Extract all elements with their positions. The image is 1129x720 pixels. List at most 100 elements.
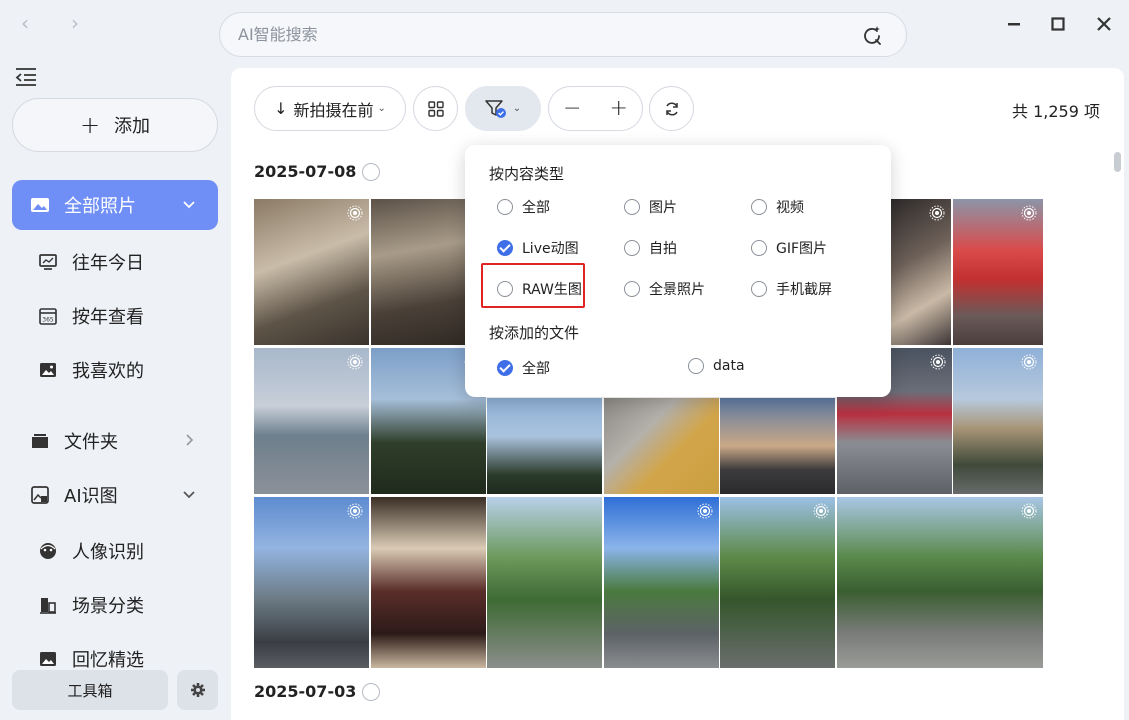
option-label: GIF图片 [776, 241, 828, 257]
zoom-in-button[interactable]: + [610, 96, 628, 121]
sidebar-item-label: 文件夹 [64, 432, 118, 453]
select-section-checkbox[interactable] [362, 162, 381, 181]
sidebar-item-label: 场景分类 [72, 596, 144, 617]
photo-thumbnail[interactable] [953, 199, 1043, 345]
sort-dropdown[interactable]: ↓ 新拍摄在前 ⌄ [254, 86, 406, 131]
sidebar-item-label: AI识图 [64, 486, 118, 507]
filter-option-panorama[interactable]: 全景照片 [624, 279, 705, 299]
radio-button[interactable] [688, 358, 704, 374]
photo-thumbnail[interactable] [371, 497, 486, 668]
sidebar-item-label: 全部照片 [64, 196, 136, 217]
scene-icon [40, 598, 56, 614]
maximize-icon[interactable] [1046, 12, 1070, 36]
sidebar-item-on-this-day[interactable]: 往年今日 [12, 237, 218, 287]
radio-button[interactable] [624, 281, 640, 297]
filter-icon [485, 99, 506, 118]
radio-button-checked[interactable] [497, 240, 513, 256]
sidebar-item-ai-recognition[interactable]: AI识图 [12, 470, 218, 520]
filter-button[interactable]: ⌄ [465, 86, 541, 131]
source-option-data[interactable]: data [688, 358, 745, 374]
option-label: 全部 [522, 361, 550, 377]
photo-thumbnail[interactable] [604, 497, 719, 668]
radio-button[interactable] [751, 281, 767, 297]
section-date: 2025-07-08 [254, 162, 357, 181]
memory-icon [40, 652, 56, 666]
svg-text:365: 365 [42, 317, 54, 324]
item-count: 共 1,259 项 [1012, 102, 1100, 121]
sidebar-item-face-recognition[interactable]: 人像识别 [12, 526, 218, 576]
sidebar-item-folders[interactable]: 文件夹 [12, 416, 218, 466]
sidebar-item-scene-classification[interactable]: 场景分类 [12, 580, 218, 630]
filter-option-all-types[interactable]: 全部 [497, 197, 550, 217]
filter-option-live-photos[interactable]: Live动图 [497, 238, 579, 258]
filter-option-selfies[interactable]: 自拍 [624, 238, 677, 258]
select-section-checkbox[interactable] [362, 682, 381, 701]
option-label: 全景照片 [649, 282, 705, 298]
sidebar-item-all-photos[interactable]: 全部照片 [12, 180, 218, 230]
settings-button[interactable] [177, 670, 218, 710]
radio-button[interactable] [624, 199, 640, 215]
minimize-icon[interactable] [1002, 12, 1026, 36]
add-button[interactable]: + 添加 [12, 98, 218, 152]
sidebar-item-label: 按年查看 [72, 307, 144, 328]
source-option-all[interactable]: 全部 [497, 358, 550, 378]
source-title: 按添加的文件 [489, 324, 580, 342]
ai-search-icon[interactable] [862, 25, 882, 45]
sidebar: + 添加 全部照片 往年今日 365 按年查看 我喜欢的 文件夹 AI识图 人像… [0, 60, 230, 720]
calendar-icon: 365 [39, 308, 57, 325]
plus-icon: + [79, 111, 101, 139]
refresh-button[interactable] [649, 86, 694, 131]
zoom-out-button[interactable]: − [563, 96, 581, 121]
live-photo-icon [929, 205, 945, 221]
live-photo-icon [1021, 354, 1037, 370]
radio-button[interactable] [624, 240, 640, 256]
photo-thumbnail[interactable] [720, 398, 835, 494]
ai-search-box[interactable] [219, 12, 907, 57]
view-mode-button[interactable] [413, 86, 458, 131]
filter-option-videos[interactable]: 视频 [751, 197, 804, 217]
photo-thumbnail[interactable] [953, 348, 1043, 494]
chevron-down-icon[interactable] [180, 485, 198, 503]
live-photo-icon [347, 354, 363, 370]
chevron-right-icon[interactable] [180, 431, 198, 449]
sidebar-item-by-year[interactable]: 365 按年查看 [12, 291, 218, 341]
forward-arrow-icon[interactable]: › [62, 10, 88, 36]
close-icon[interactable] [1092, 12, 1116, 36]
filter-option-gif[interactable]: GIF图片 [751, 238, 827, 258]
option-label: RAW生图 [522, 282, 582, 298]
filter-popup: 按内容类型 全部 图片 视频 Live动图 自拍 GIF图片 RAW生图 全景照… [465, 145, 891, 397]
filter-option-images[interactable]: 图片 [624, 197, 677, 217]
photo-thumbnail[interactable] [837, 497, 1043, 668]
photo-thumbnail[interactable] [604, 398, 719, 494]
sidebar-item-label: 我喜欢的 [72, 361, 144, 382]
toolbox-button[interactable]: 工具箱 [12, 670, 168, 710]
radio-button[interactable] [751, 240, 767, 256]
monitor-icon [39, 254, 57, 270]
filter-option-screenshots[interactable]: 手机截屏 [751, 279, 832, 299]
chevron-down-icon[interactable] [180, 195, 198, 213]
option-label: 手机截屏 [776, 282, 832, 298]
ai-image-icon [31, 486, 49, 504]
photo-thumbnail[interactable] [891, 199, 951, 345]
radio-button-checked[interactable] [497, 360, 513, 376]
scrollbar[interactable] [1114, 152, 1121, 172]
back-arrow-icon[interactable]: ‹ [12, 10, 38, 36]
photo-thumbnail[interactable] [254, 497, 369, 668]
radio-button[interactable] [751, 199, 767, 215]
photo-thumbnail[interactable] [487, 497, 602, 668]
photo-thumbnail[interactable] [254, 199, 369, 345]
photo-thumbnail[interactable] [487, 398, 602, 494]
face-icon [40, 543, 56, 559]
sidebar-item-favorites[interactable]: 我喜欢的 [12, 345, 218, 395]
add-button-label: 添加 [114, 116, 151, 137]
chevron-down-icon: ⌄ [512, 103, 522, 114]
sort-label: 新拍摄在前 [293, 100, 374, 120]
radio-button[interactable] [497, 281, 513, 297]
collapse-sidebar-icon[interactable] [14, 66, 38, 88]
photo-thumbnail[interactable] [720, 497, 835, 668]
search-input[interactable] [238, 13, 838, 56]
filter-option-raw[interactable]: RAW生图 [497, 279, 582, 299]
radio-button[interactable] [497, 199, 513, 215]
option-label: data [713, 358, 745, 374]
photo-thumbnail[interactable] [254, 348, 369, 494]
